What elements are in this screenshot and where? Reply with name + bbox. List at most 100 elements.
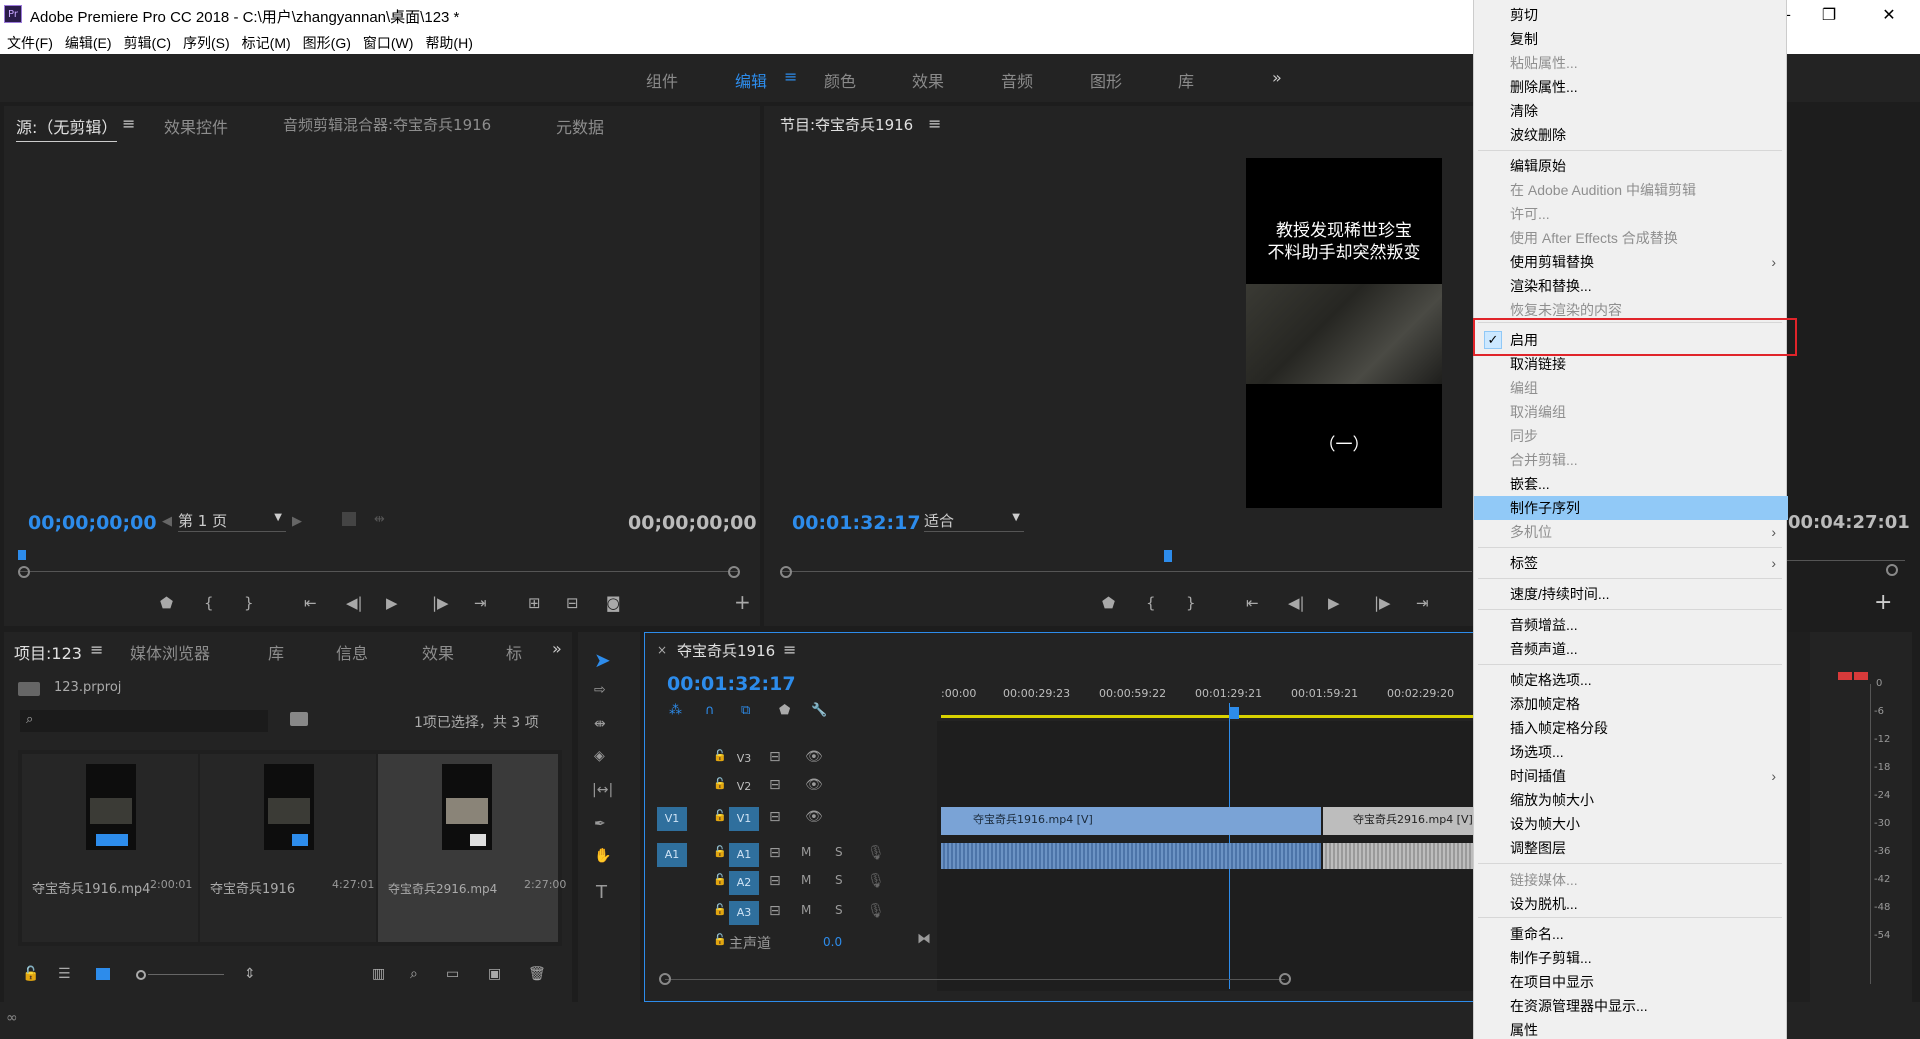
program-step-back-icon[interactable]: ◀| — [1288, 594, 1305, 612]
timeline-scroll-left-handle[interactable] — [659, 973, 671, 985]
mark-in-icon[interactable]: { — [204, 594, 214, 612]
source-patch-v1[interactable]: V1 — [657, 807, 687, 831]
snap-icon[interactable]: ∩ — [705, 703, 715, 718]
lock-track-icon[interactable]: 🔓 — [713, 903, 727, 916]
context-menu-item[interactable]: 插入帧定格分段 — [1474, 716, 1788, 740]
menu-marker[interactable]: 标记(M) — [235, 30, 296, 53]
program-timecode[interactable]: 00:01:32:17 — [792, 512, 921, 534]
sync-lock-icon[interactable]: ⊟ — [769, 809, 781, 825]
menu-clip[interactable]: 剪辑(C) — [117, 30, 176, 53]
hand-tool-icon[interactable]: ✋ — [594, 848, 611, 864]
nest-toggle-icon[interactable]: ⁂ — [669, 703, 682, 718]
export-frame-icon[interactable]: ◙ — [606, 594, 621, 612]
mic-icon[interactable]: 🎙 — [867, 903, 885, 919]
context-menu-item[interactable]: 时间插值 › — [1474, 764, 1788, 788]
linked-selection-icon[interactable]: ⧉ — [741, 703, 750, 718]
work-area-bar[interactable] — [941, 715, 1475, 718]
lock-track-icon[interactable]: 🔓 — [713, 933, 727, 946]
workspace-graphics[interactable]: 图形 — [1090, 68, 1122, 92]
new-item-icon[interactable]: ▣ — [488, 966, 501, 982]
program-scrub-bar[interactable] — [782, 571, 1472, 572]
context-menu-item[interactable]: 调整图层 — [1474, 836, 1788, 860]
track-label-v2[interactable]: V2 — [729, 775, 759, 799]
selection-tool-icon[interactable]: ➤ — [594, 648, 611, 672]
next-page-icon[interactable]: ▶ — [292, 514, 302, 529]
timeline-playhead-handle[interactable] — [1229, 707, 1239, 719]
source-patch-a1[interactable]: A1 — [657, 843, 687, 867]
track-label-v1[interactable]: V1 — [729, 807, 759, 831]
mute-button[interactable]: M — [801, 903, 811, 917]
type-tool-icon[interactable]: T — [596, 882, 607, 903]
eye-icon[interactable]: 👁 — [805, 809, 823, 825]
go-to-out-icon[interactable]: ⇥ — [474, 594, 487, 612]
wrench-icon[interactable]: 🔧 — [811, 703, 827, 718]
tab-project[interactable]: 项目:123 — [14, 640, 82, 664]
track-label-a1[interactable]: A1 — [729, 843, 759, 867]
program-add-marker-icon[interactable]: ⬟ — [1102, 594, 1115, 612]
zoom-slider-handle[interactable] — [136, 970, 146, 980]
menu-graphics[interactable]: 图形(G) — [296, 30, 356, 53]
context-menu-item[interactable]: 嵌套... — [1474, 472, 1788, 496]
context-menu-item[interactable]: 删除属性... — [1474, 75, 1788, 99]
menu-sequence[interactable]: 序列(S) — [176, 30, 235, 53]
project-item-selected[interactable]: 夺宝奇兵2916.mp4 2:27:00 — [378, 754, 566, 942]
go-to-in-icon[interactable]: ⇤ — [304, 594, 317, 612]
close-sequence-icon[interactable]: × — [657, 643, 667, 657]
workspace-assembly[interactable]: 组件 — [646, 68, 678, 92]
tab-effects[interactable]: 效果 — [422, 640, 454, 664]
program-mark-out-icon[interactable]: } — [1186, 594, 1196, 612]
program-mark-in-icon[interactable]: { — [1146, 594, 1156, 612]
program-step-forward-icon[interactable]: |▶ — [1374, 594, 1391, 612]
add-button-icon[interactable]: + — [734, 590, 751, 614]
maximize-button[interactable]: ❐ — [1806, 2, 1852, 28]
mic-icon[interactable]: 🎙 — [867, 873, 885, 889]
program-go-to-in-icon[interactable]: ⇤ — [1246, 594, 1259, 612]
tab-audio-clip-mixer[interactable]: 音频剪辑混合器:夺宝奇兵1916 — [283, 114, 491, 135]
sync-lock-icon[interactable]: ⊟ — [769, 873, 781, 889]
audio-clip[interactable] — [941, 843, 1321, 869]
prev-page-icon[interactable]: ◀ — [162, 514, 172, 529]
find-icon[interactable]: ⌕ — [410, 966, 418, 982]
menu-file[interactable]: 文件(F) — [0, 30, 58, 53]
tab-metadata[interactable]: 元数据 — [556, 114, 604, 138]
workspace-overflow-icon[interactable]: » — [1272, 68, 1282, 87]
source-playhead[interactable] — [18, 550, 26, 560]
lock-icon[interactable]: 🔓 — [22, 966, 39, 982]
fit-select[interactable]: 适合 ▼ — [924, 510, 1024, 532]
project-search-input[interactable]: ⌕ — [20, 710, 268, 732]
new-bin-icon[interactable]: ▭ — [446, 966, 459, 982]
sort-icon[interactable]: ⇕ — [244, 966, 256, 982]
tab-libraries[interactable]: 库 — [268, 640, 284, 664]
project-overflow-icon[interactable]: » — [552, 639, 562, 658]
track-select-tool-icon[interactable]: ⇨ — [594, 682, 606, 698]
project-item[interactable]: 夺宝奇兵1916.mp4 2:00:01 — [22, 754, 198, 942]
program-video-frame[interactable]: 教授发现稀世珍宝 不料助手却突然叛变 （一） — [1246, 158, 1442, 508]
sync-lock-icon[interactable]: ⊟ — [769, 903, 781, 919]
program-menu-icon[interactable]: ≡ — [928, 114, 941, 133]
mic-icon[interactable]: 🎙 — [867, 845, 885, 861]
project-menu-icon[interactable]: ≡ — [90, 640, 103, 659]
step-forward-icon[interactable]: |▶ — [432, 594, 449, 612]
zoom-left-handle[interactable] — [18, 566, 30, 578]
lock-track-icon[interactable]: 🔓 — [713, 845, 727, 858]
context-menu-item[interactable]: 音频声道... — [1474, 637, 1788, 661]
solo-button[interactable]: S — [835, 873, 843, 887]
context-menu-item[interactable]: 添加帧定格 — [1474, 692, 1788, 716]
program-go-to-out-icon[interactable]: ⇥ — [1416, 594, 1429, 612]
timeline-sequence-tab[interactable]: 夺宝奇兵1916 — [677, 640, 775, 661]
mute-button[interactable]: M — [801, 845, 811, 859]
pen-tool-icon[interactable]: ✒ — [594, 816, 606, 832]
tab-media-browser[interactable]: 媒体浏览器 — [130, 640, 210, 664]
workspace-libraries[interactable]: 库 — [1178, 68, 1194, 92]
program-playhead[interactable] — [1164, 550, 1172, 562]
mark-out-icon[interactable]: } — [244, 594, 254, 612]
lock-track-icon[interactable]: 🔓 — [713, 809, 727, 822]
eye-icon[interactable]: 👁 — [805, 749, 823, 765]
menu-help[interactable]: 帮助(H) — [418, 30, 477, 53]
creative-cloud-icon[interactable]: ∞ — [6, 1010, 18, 1026]
tab-effect-controls[interactable]: 效果控件 — [164, 114, 228, 138]
list-view-icon[interactable]: ☰ — [58, 966, 71, 982]
menu-edit[interactable]: 编辑(E) — [58, 30, 117, 53]
context-menu-item[interactable]: 在项目中显示 — [1474, 970, 1788, 994]
timeline-scroll-bar[interactable] — [665, 979, 1285, 980]
